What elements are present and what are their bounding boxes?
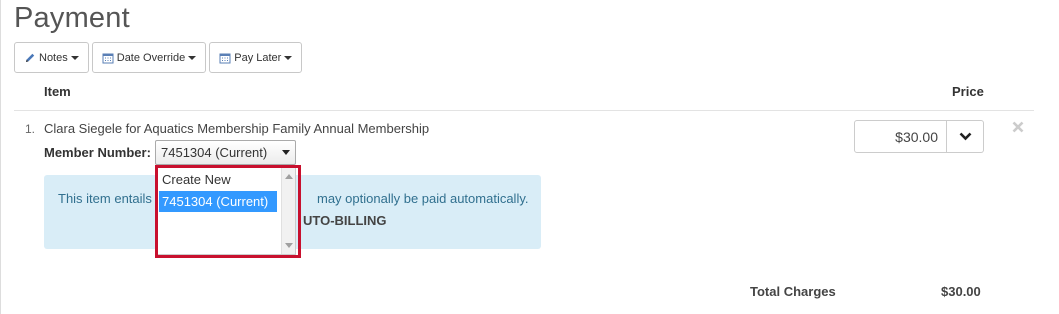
calendar-icon bbox=[219, 52, 231, 64]
notes-label: Notes bbox=[39, 51, 68, 64]
autobilling-label: UTO-BILLING bbox=[303, 213, 387, 228]
notes-button[interactable]: Notes bbox=[14, 42, 89, 73]
item-description: Clara Siegele for Aquatics Membership Fa… bbox=[44, 121, 430, 136]
caret-down-icon bbox=[282, 150, 290, 155]
dropdown-option-current[interactable]: 7451304 (Current) bbox=[159, 191, 277, 212]
chevron-down-icon bbox=[959, 128, 972, 146]
member-number-label: Member Number: bbox=[44, 145, 151, 160]
price-options-button[interactable] bbox=[947, 120, 984, 153]
member-number-dropdown-list[interactable]: Create New 7451304 (Current) bbox=[157, 167, 296, 255]
total-charges-label: Total Charges bbox=[750, 284, 836, 299]
calendar-icon bbox=[102, 52, 114, 64]
pay-later-label: Pay Later bbox=[234, 51, 282, 64]
close-icon bbox=[1011, 121, 1025, 138]
pencil-icon bbox=[24, 52, 36, 64]
remove-item-button[interactable] bbox=[1011, 120, 1025, 134]
caret-down-icon bbox=[70, 55, 79, 60]
dropdown-scrollbar[interactable] bbox=[281, 168, 295, 254]
price-input[interactable] bbox=[854, 120, 947, 153]
caret-down-icon bbox=[284, 55, 293, 60]
item-column-header: Item bbox=[44, 84, 71, 99]
total-charges-value: $30.00 bbox=[941, 284, 981, 299]
scroll-down-icon[interactable] bbox=[285, 243, 293, 248]
page-title: Payment bbox=[14, 2, 130, 34]
caret-down-icon bbox=[188, 55, 197, 60]
left-border bbox=[0, 0, 1, 314]
toolbar: Notes Date Override Pay Later bbox=[14, 42, 303, 73]
scroll-up-icon[interactable] bbox=[285, 174, 293, 179]
member-number-value: 7451304 (Current) bbox=[161, 145, 268, 160]
info-text-start: This item entails bbox=[58, 191, 152, 206]
member-number-select[interactable]: 7451304 (Current) bbox=[155, 140, 296, 165]
date-override-button[interactable]: Date Override bbox=[91, 42, 207, 73]
header-divider bbox=[14, 110, 1034, 111]
price-input-group bbox=[854, 120, 984, 153]
pay-later-button[interactable]: Pay Later bbox=[209, 42, 303, 73]
price-column-header: Price bbox=[952, 84, 984, 99]
row-number: 1. bbox=[25, 122, 36, 136]
dropdown-option-create-new[interactable]: Create New bbox=[159, 169, 279, 190]
info-text-end: may optionally be paid automatically. bbox=[317, 191, 529, 206]
date-override-label: Date Override bbox=[116, 51, 186, 64]
